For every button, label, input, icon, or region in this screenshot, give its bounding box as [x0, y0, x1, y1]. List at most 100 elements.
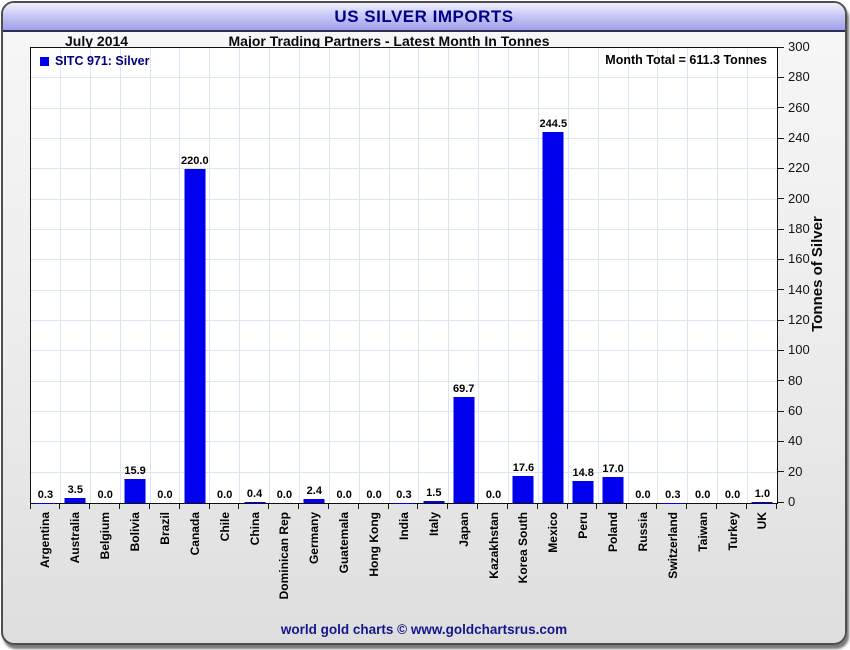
- bar-column: 3.5 Australia: [61, 48, 91, 563]
- x-tick: [596, 504, 598, 509]
- category-label: Mexico: [546, 512, 561, 553]
- y-tick-label: 60: [788, 403, 803, 418]
- category-label: Italy: [426, 512, 441, 537]
- bar-value-label: 14.8: [572, 466, 594, 479]
- y-tick: [778, 198, 784, 200]
- bar-peru: [572, 480, 594, 503]
- bar-italy: [423, 500, 445, 503]
- x-tick: [536, 504, 538, 509]
- bar-column: 0.3 India: [390, 48, 420, 540]
- category-label: Turkey: [725, 512, 740, 551]
- bar-value-label: 0.0: [485, 489, 502, 501]
- x-tick: [656, 504, 658, 509]
- bar-column: 0.0 Taiwan: [688, 48, 719, 552]
- bar-switzerland: [662, 502, 684, 503]
- chart-title-bar: US SILVER IMPORTS: [3, 3, 845, 32]
- x-tick: [238, 504, 240, 509]
- bar-column: 1.0 UK: [748, 48, 777, 529]
- bar-value-label: 0.3: [665, 488, 681, 501]
- bar-column: 17.6 Korea South: [509, 48, 539, 583]
- category-label: China: [247, 512, 262, 546]
- category-label: Brazil: [157, 512, 172, 545]
- y-tick-label: 200: [788, 190, 810, 206]
- category-label: Taiwan: [695, 512, 710, 552]
- y-tick: [778, 410, 784, 412]
- x-tick: [447, 504, 449, 509]
- category-label: India: [396, 512, 411, 541]
- bar-poland: [602, 477, 624, 503]
- bar-india: [393, 502, 415, 503]
- x-tick: [327, 504, 329, 509]
- bar-value-label: 0.3: [396, 488, 412, 501]
- category-label: Bolivia: [128, 512, 143, 552]
- x-tick: [178, 504, 180, 509]
- y-tick-label: 100: [788, 342, 810, 358]
- bar-value-label: 1.0: [754, 487, 771, 500]
- bar-australia: [64, 497, 86, 503]
- x-tick: [59, 504, 61, 509]
- bar-korea-south: [512, 476, 534, 503]
- y-tick-label: 140: [788, 281, 810, 297]
- bar-value-label: 1.5: [426, 486, 442, 499]
- bar-column: 1.5 Italy: [419, 48, 450, 536]
- category-label: UK: [755, 512, 770, 530]
- bar-mexico: [542, 132, 564, 503]
- x-tick: [566, 504, 568, 509]
- bar-column: 0.0 Turkey: [718, 48, 748, 550]
- bar-bolivia: [124, 478, 146, 503]
- category-label: Chile: [217, 512, 232, 542]
- y-tick-label: 120: [788, 312, 810, 327]
- bar-value-label: 0.4: [246, 488, 263, 501]
- bar-column: 0.4 China: [240, 48, 270, 545]
- y-tick: [778, 440, 784, 442]
- x-tick: [685, 504, 687, 509]
- bar-column: 0.0 Dominican Rep: [270, 48, 300, 599]
- bar-column: 0.0 Chile: [210, 48, 241, 541]
- bar-argentina: [34, 502, 56, 503]
- y-tick: [778, 107, 784, 109]
- bar-value-label: 17.6: [512, 462, 535, 475]
- x-tick: [29, 504, 31, 509]
- x-tick: [775, 504, 777, 509]
- bar-value-label: 0.0: [724, 489, 741, 501]
- y-tick: [778, 137, 784, 139]
- category-label: Switzerland: [665, 512, 680, 579]
- y-tick: [778, 46, 784, 48]
- category-label: Canada: [187, 512, 202, 556]
- y-tick: [778, 380, 784, 382]
- bar-uk: [751, 501, 773, 503]
- bar-value-label: 0.0: [635, 489, 651, 501]
- bar-value-label: 0.0: [97, 489, 113, 501]
- chart-frame: US SILVER IMPORTS July 2014 Major Tradin…: [1, 1, 847, 645]
- x-tick: [417, 504, 419, 509]
- bar-column: 17.0 Poland: [599, 48, 629, 552]
- y-tick-label: 0: [788, 494, 796, 509]
- y-tick-label: 220: [788, 160, 810, 176]
- plot-area: 0.3 Argentina 3.5 Australia 0.0 Belgium 15.9 Bo…: [30, 47, 778, 599]
- category-label: Australia: [68, 512, 83, 564]
- bar-column: 220.0 Canada: [180, 48, 211, 555]
- category-label: Russia: [635, 512, 650, 552]
- bar-value-label: 69.7: [452, 383, 475, 396]
- category-label: Argentina: [38, 512, 53, 569]
- bar-value-label: 3.5: [67, 483, 83, 496]
- bar-column: 244.5 Mexico: [539, 48, 569, 553]
- bar-value-label: 244.5: [539, 118, 568, 131]
- footer-credit: world gold charts © www.goldchartsrus.co…: [280, 622, 568, 637]
- y-tick-label: 40: [788, 433, 803, 449]
- x-tick: [89, 504, 91, 509]
- y-tick: [778, 349, 784, 351]
- y-tick: [778, 228, 784, 230]
- chart-title: US SILVER IMPORTS: [334, 6, 514, 26]
- y-tick: [778, 471, 784, 473]
- bar-value-label: 0.0: [336, 489, 352, 501]
- x-tick: [715, 504, 717, 509]
- bar-column: 0.0 Kazakhstan: [479, 48, 509, 579]
- y-axis-title: Tonnes of Silver: [809, 216, 826, 332]
- y-tick: [778, 76, 784, 78]
- y-tick: [778, 319, 784, 321]
- bar-germany: [303, 499, 325, 503]
- category-label: Poland: [606, 512, 621, 553]
- bar-column: 0.0 Guatemala: [330, 48, 360, 573]
- category-label: Belgium: [98, 512, 113, 560]
